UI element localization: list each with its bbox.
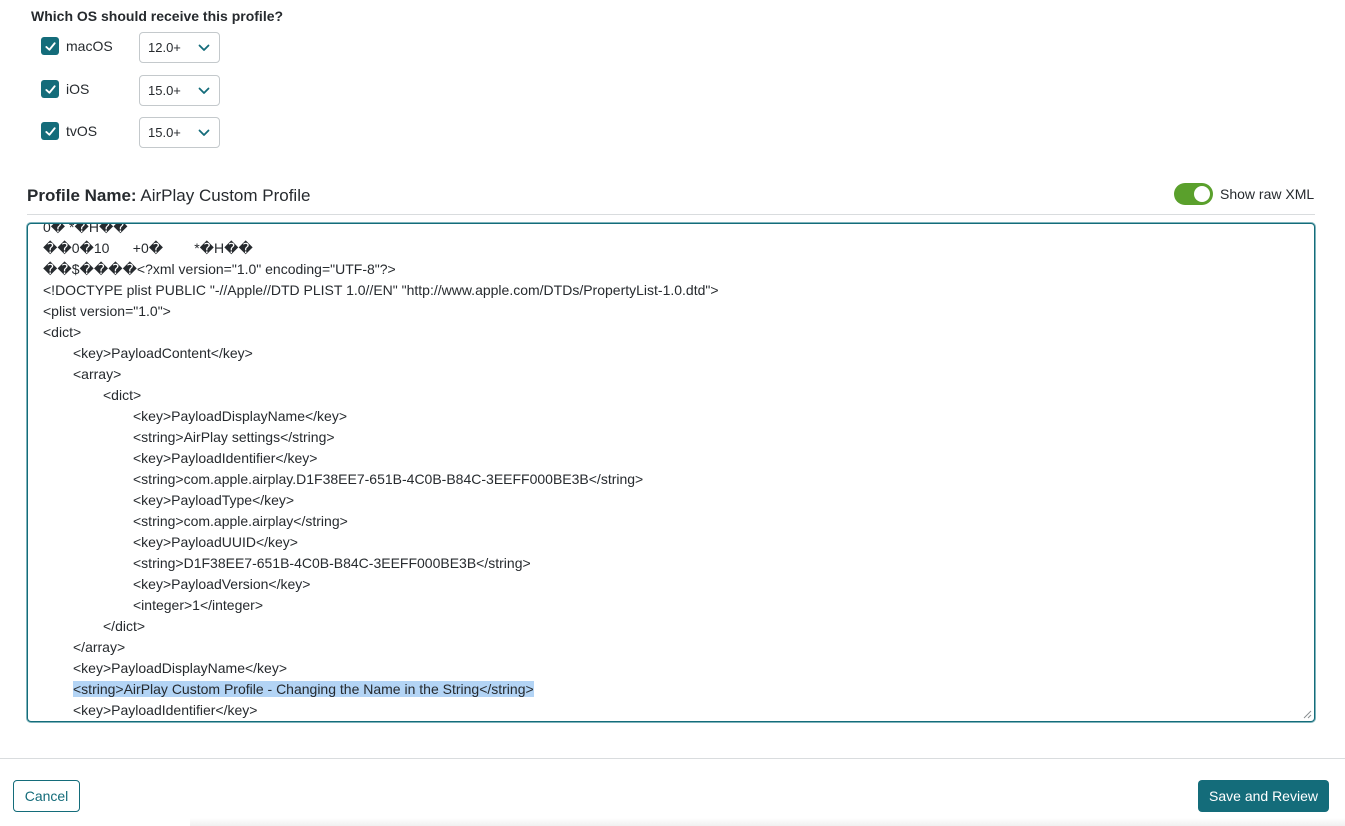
xml-line: <key>PayloadDisplayName</key> — [43, 658, 719, 679]
raw-xml-textarea[interactable]: 0� *�H�� ��0�10 +0� *�H�� ��$����<?xml ver… — [27, 223, 1315, 722]
xml-content: 0� *�H�� ��0�10 +0� *�H�� ��$����<?xml ver… — [43, 223, 719, 721]
os-option-macos: macOS 12.0+ — [41, 32, 241, 64]
xml-line-text: <!DOCTYPE plist PUBLIC "-//Apple//DTD PL… — [43, 282, 719, 298]
macos-checkbox[interactable] — [41, 37, 59, 55]
xml-line: <key>PayloadDisplayName</key> — [43, 406, 719, 427]
section-divider — [27, 214, 1315, 215]
xml-line: <string>AirPlay Custom Profile - Changin… — [43, 679, 719, 700]
xml-line: </array> — [43, 637, 719, 658]
resize-grip-icon[interactable] — [1303, 710, 1312, 719]
tvos-version-value: 15.0+ — [148, 125, 181, 140]
xml-line-text: </array> — [73, 639, 126, 655]
xml-line-text: ��$����<?xml version="1.0" encoding="UTF… — [43, 261, 396, 277]
xml-line-text: <key>PayloadContent</key> — [73, 345, 253, 361]
xml-line: <string>com.apple.airplay</string> — [43, 511, 719, 532]
xml-line-text: <string>com.apple.airplay</string> — [133, 513, 348, 529]
xml-line-text: <dict> — [103, 387, 142, 403]
xml-line: <dict> — [43, 385, 719, 406]
xml-line: <key>PayloadType</key> — [43, 490, 719, 511]
xml-line: <!DOCTYPE plist PUBLIC "-//Apple//DTD PL… — [43, 280, 719, 301]
chevron-down-icon — [198, 87, 210, 94]
xml-line-text: <array> — [73, 366, 122, 382]
tvos-version-select[interactable]: 15.0+ — [139, 117, 220, 148]
xml-line: <array> — [43, 364, 719, 385]
profile-editor-page: Which OS should receive this profile? ma… — [0, 0, 1345, 826]
xml-line-text: <key>PayloadIdentifier</key> — [73, 702, 258, 718]
xml-line: ��$����<?xml version="1.0" encoding="UTF… — [43, 259, 719, 280]
xml-line-selected-text: <string>AirPlay Custom Profile - Changin… — [73, 681, 534, 697]
checkmark-icon — [44, 84, 56, 94]
xml-line: <string>D1F38EE7-651B-4C0B-B84C-3EEFF000… — [43, 553, 719, 574]
ios-version-select[interactable]: 15.0+ — [139, 75, 220, 106]
show-raw-xml-label: Show raw XML — [1220, 186, 1315, 202]
xml-line: <plist version="1.0"> — [43, 301, 719, 322]
xml-line-text: </dict> — [103, 618, 146, 634]
os-option-ios: iOS 15.0+ — [41, 75, 241, 107]
xml-line-text: 0� *�H�� — [43, 223, 128, 235]
xml-line-text: <key>PayloadIdentifier</key> — [133, 450, 318, 466]
tvos-checkbox[interactable] — [41, 122, 59, 140]
profile-name-label: Profile Name: — [27, 186, 137, 205]
chevron-down-icon — [198, 129, 210, 136]
xml-line: <key>PayloadVersion</key> — [43, 574, 719, 595]
profile-name-title: Profile Name: AirPlay Custom Profile — [27, 186, 310, 206]
xml-line-text: <plist version="1.0"> — [43, 303, 171, 319]
xml-line-text: <string>D1F38EE7-651B-4C0B-B84C-3EEFF000… — [133, 555, 531, 571]
xml-line-text: ��0�10 +0� *�H�� — [43, 240, 253, 256]
xml-line: <key>PayloadUUID</key> — [43, 532, 719, 553]
xml-line: <dict> — [43, 322, 719, 343]
profile-name-value: AirPlay Custom Profile — [140, 186, 311, 205]
ios-checkbox[interactable] — [41, 80, 59, 98]
cancel-button[interactable]: Cancel — [13, 780, 80, 812]
xml-line: 0� *�H�� — [43, 223, 719, 238]
checkmark-icon — [44, 41, 56, 51]
xml-line: <key>PayloadIdentifier</key> — [43, 700, 719, 721]
save-and-review-button[interactable]: Save and Review — [1198, 780, 1329, 812]
xml-line: <string>com.apple.airplay.D1F38EE7-651B-… — [43, 469, 719, 490]
bottom-shadow — [190, 818, 1345, 826]
toggle-knob — [1194, 186, 1210, 202]
footer-divider — [0, 758, 1345, 759]
os-option-tvos: tvOS 15.0+ — [41, 117, 241, 149]
os-section-heading: Which OS should receive this profile? — [31, 8, 284, 24]
xml-line: <string>AirPlay settings</string> — [43, 427, 719, 448]
xml-line-text: <key>PayloadVersion</key> — [133, 576, 311, 592]
xml-line: </dict> — [43, 616, 719, 637]
xml-line: <integer>1</integer> — [43, 595, 719, 616]
xml-line-text: <string>AirPlay settings</string> — [133, 429, 335, 445]
tvos-label: tvOS — [66, 123, 98, 139]
show-raw-xml-toggle[interactable] — [1174, 183, 1213, 205]
xml-line-text: <key>PayloadUUID</key> — [133, 534, 298, 550]
checkmark-icon — [44, 126, 56, 136]
xml-line-text: <dict> — [43, 324, 82, 340]
ios-label: iOS — [66, 81, 90, 97]
xml-line: ��0�10 +0� *�H�� — [43, 238, 719, 259]
xml-line: <key>PayloadContent</key> — [43, 343, 719, 364]
xml-line-text: <integer>1</integer> — [133, 597, 263, 613]
chevron-down-icon — [198, 44, 210, 51]
macos-label: macOS — [66, 38, 113, 54]
ios-version-value: 15.0+ — [148, 83, 181, 98]
macos-version-value: 12.0+ — [148, 40, 181, 55]
xml-line-text: <key>PayloadDisplayName</key> — [133, 408, 348, 424]
xml-line-text: <key>PayloadType</key> — [133, 492, 295, 508]
xml-line-text: <key>PayloadDisplayName</key> — [73, 660, 288, 676]
macos-version-select[interactable]: 12.0+ — [139, 32, 220, 63]
xml-line: <key>PayloadIdentifier</key> — [43, 448, 719, 469]
xml-line-text: <string>com.apple.airplay.D1F38EE7-651B-… — [133, 471, 644, 487]
